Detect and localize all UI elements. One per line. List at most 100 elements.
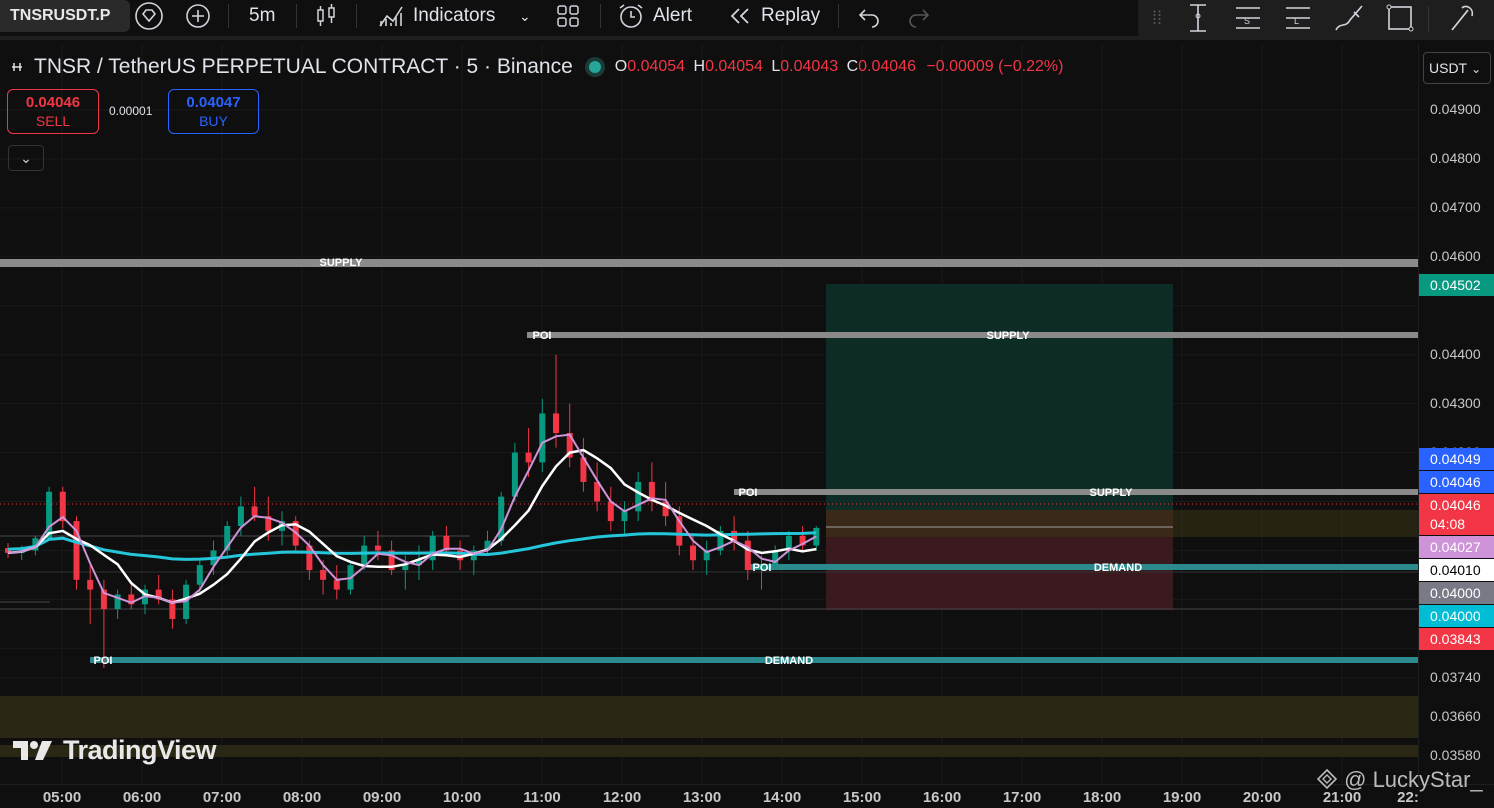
price-tick-label: 0.03580	[1430, 747, 1481, 763]
alert-button[interactable]: Alert	[617, 0, 692, 32]
compare-button[interactable]	[184, 0, 212, 32]
ma-short-line[interactable]	[7, 433, 817, 604]
redo-icon	[909, 9, 930, 28]
high-value: 0.04054	[705, 58, 763, 75]
poi-label: POI	[752, 562, 772, 574]
supply-zone-bar[interactable]	[734, 489, 1418, 495]
price-tag: 0.04046	[1419, 471, 1494, 493]
change-value: −0.00009 (−0.22%)	[926, 58, 1064, 75]
currency-select[interactable]: USDT ⌄	[1423, 52, 1491, 84]
svg-text:S: S	[1244, 16, 1250, 26]
gem-icon	[135, 2, 163, 30]
chevron-down-icon: ⌄	[1471, 62, 1482, 76]
time-tick-label: 05:00	[42, 789, 82, 806]
candle-body	[320, 570, 327, 580]
price-tick-label: 0.04800	[1430, 149, 1481, 166]
currency-label: USDT	[1429, 60, 1468, 76]
candle-body	[511, 452, 518, 497]
brush-tool-icon[interactable]	[1332, 2, 1366, 34]
demand-zone-bar[interactable]	[90, 657, 1418, 663]
price-tag: 0.04049	[1419, 448, 1494, 470]
candle-body	[196, 565, 203, 585]
replay-button[interactable]: Replay	[727, 0, 820, 32]
candles-layer	[5, 354, 820, 668]
close-key: C	[846, 58, 859, 75]
drag-handle-icon[interactable]: ⁞⁞	[1152, 8, 1162, 29]
price-tick-label: 0.04400	[1430, 345, 1481, 362]
time-axis[interactable]: 05:00 06:00 07:00 08:00 09:00 10:00 11:00 12:00…	[0, 784, 1494, 808]
candle-body	[539, 413, 546, 463]
price-tick-label: 0.03660	[1430, 707, 1481, 724]
alert-label: Alert	[653, 5, 693, 26]
time-tick-label: 20:00	[1242, 789, 1282, 806]
legend-title: TNSR / TetherUS PERPETUAL CONTRACT · 5 ·…	[34, 55, 573, 78]
ma-mid-line[interactable]	[7, 448, 817, 605]
svg-text:L: L	[1294, 16, 1299, 26]
long-position-profit-zone[interactable]	[826, 284, 1173, 510]
spread-value: 0.00001	[109, 104, 153, 118]
time-tick-label: 18:00	[1082, 789, 1122, 806]
divider	[1428, 6, 1429, 32]
layout-button[interactable]	[556, 0, 580, 32]
indicators-icon	[379, 6, 403, 27]
candle-body	[525, 452, 532, 463]
price-tag: 0.04000	[1419, 582, 1494, 604]
supply-zone-bar[interactable]	[527, 332, 1418, 338]
candle-body	[333, 579, 340, 590]
candle-body	[374, 545, 381, 551]
interval-button[interactable]: 5m	[249, 0, 275, 32]
entry-zone	[826, 510, 1418, 537]
divider	[228, 4, 229, 28]
symbol-search-button[interactable]: TNSRUSDT.P	[0, 0, 130, 32]
interval-label: 5m	[249, 5, 276, 26]
candle-body	[553, 413, 559, 433]
replay-label: Replay	[761, 5, 821, 26]
chevron-down-icon[interactable]: ⌄	[519, 0, 531, 32]
undo-button[interactable]	[857, 0, 881, 32]
price-chart[interactable]	[0, 44, 1418, 784]
open-value: 0.04054	[627, 58, 686, 75]
price-tick-label: 0.04600	[1430, 247, 1481, 264]
candle-body	[607, 501, 614, 522]
demand-zone-bar[interactable]	[750, 564, 1418, 570]
time-tick-label: 11:00	[523, 789, 561, 806]
market-status-icon	[588, 61, 601, 73]
settings-lines-tool-icon[interactable]: S	[1232, 2, 1264, 34]
time-tick-label: 19:00	[1162, 789, 1202, 806]
indicators-label: Indicators	[413, 5, 496, 26]
rectangle-tool-icon[interactable]	[1384, 2, 1416, 34]
sell-price: 0.04046	[25, 94, 81, 111]
indicators-button[interactable]: Indicators	[377, 0, 495, 32]
collapse-legend-button[interactable]: ⌄	[8, 145, 44, 171]
buy-price: 0.04047	[186, 94, 241, 111]
supply-zone-label: SUPPLY	[1089, 487, 1133, 499]
sell-button[interactable]: 0.04046 SELL	[7, 89, 99, 134]
list-lines-tool-icon[interactable]: L	[1282, 2, 1314, 34]
drawing-toolbar: ⁞⁞ S L	[1138, 0, 1494, 40]
price-tag: 0.04027	[1419, 536, 1494, 558]
supply-zone-bar[interactable]	[0, 259, 1418, 267]
divider	[356, 4, 357, 28]
time-tick-label: 07:00	[202, 789, 242, 806]
candle-body	[237, 506, 244, 526]
undo-icon	[858, 9, 879, 28]
buy-button[interactable]: 0.04047 BUY	[168, 89, 259, 134]
yellow-zone	[0, 696, 1418, 738]
sell-label: SELL	[35, 113, 71, 129]
candle-body	[621, 511, 628, 522]
watermark-text: @ LuckyStar_	[1344, 767, 1483, 792]
magic-tool-icon[interactable]	[1446, 2, 1478, 34]
chevron-down-icon: ⌄	[20, 150, 32, 166]
time-tick-label: 15:00	[842, 789, 882, 806]
poi-label: POI	[93, 655, 113, 667]
alert-symbol-button[interactable]	[134, 0, 164, 32]
moving-averages-layer	[7, 433, 817, 605]
close-value: 0.04046	[858, 58, 916, 75]
open-key: O	[614, 58, 628, 75]
candle-body	[361, 545, 368, 566]
redo-button[interactable]	[907, 0, 931, 32]
chart-type-button[interactable]	[314, 0, 338, 32]
collapse-arrows-icon[interactable]	[8, 58, 26, 76]
low-key: L	[771, 58, 781, 75]
vertical-line-tool-icon[interactable]	[1182, 2, 1214, 34]
